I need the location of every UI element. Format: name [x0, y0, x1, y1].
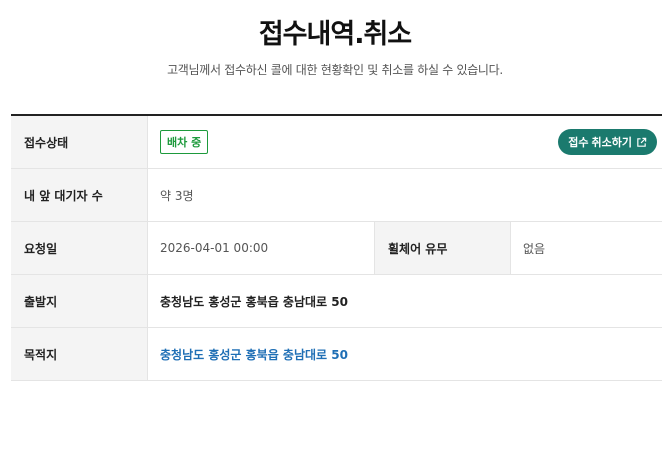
request-date-value: 2026-04-01 00:00: [160, 241, 269, 255]
external-link-icon: [637, 137, 647, 147]
page-title: 접수내역.취소: [258, 19, 412, 50]
reception-info-table: 접수상태 배차 중 접수 취소하기 내 앞 대기자 수 약 3명 요청일 202…: [11, 114, 662, 381]
status-cell: 배차 중 접수 취소하기: [148, 116, 662, 168]
departure-label: 출발지: [11, 275, 148, 327]
cancel-button-label: 접수 취소하기: [568, 137, 632, 149]
waiting-row: 내 앞 대기자 수 약 3명: [11, 169, 662, 222]
status-badge: 배차 중: [160, 130, 209, 154]
waiting-value: 약 3명: [160, 188, 194, 203]
destination-row: 목적지 충청남도 홍성군 홍북읍 충남대로 50: [11, 328, 662, 381]
page-subtitle: 고객님께서 접수하신 콜에 대한 현황확인 및 취소를 하실 수 있습니다.: [167, 63, 503, 77]
destination-label: 목적지: [11, 328, 148, 380]
waiting-label: 내 앞 대기자 수: [11, 169, 148, 221]
status-label: 접수상태: [11, 116, 148, 168]
departure-cell: 충청남도 홍성군 홍북읍 충남대로 50: [148, 275, 662, 327]
request-date-label: 요청일: [11, 222, 148, 274]
departure-row: 출발지 충청남도 홍성군 홍북읍 충남대로 50: [11, 275, 662, 328]
wheelchair-label: 휠체어 유무: [374, 222, 511, 274]
wheelchair-value: 없음: [523, 241, 546, 256]
status-row: 접수상태 배차 중 접수 취소하기: [11, 116, 662, 169]
destination-cell: 충청남도 홍성군 홍북읍 충남대로 50: [148, 328, 662, 380]
request-row: 요청일 2026-04-01 00:00 휠체어 유무 없음: [11, 222, 662, 275]
cancel-reception-button[interactable]: 접수 취소하기: [558, 129, 657, 155]
departure-address: 충청남도 홍성군 홍북읍 충남대로 50: [160, 294, 348, 309]
destination-address-link[interactable]: 충청남도 홍성군 홍북읍 충남대로 50: [160, 346, 348, 363]
